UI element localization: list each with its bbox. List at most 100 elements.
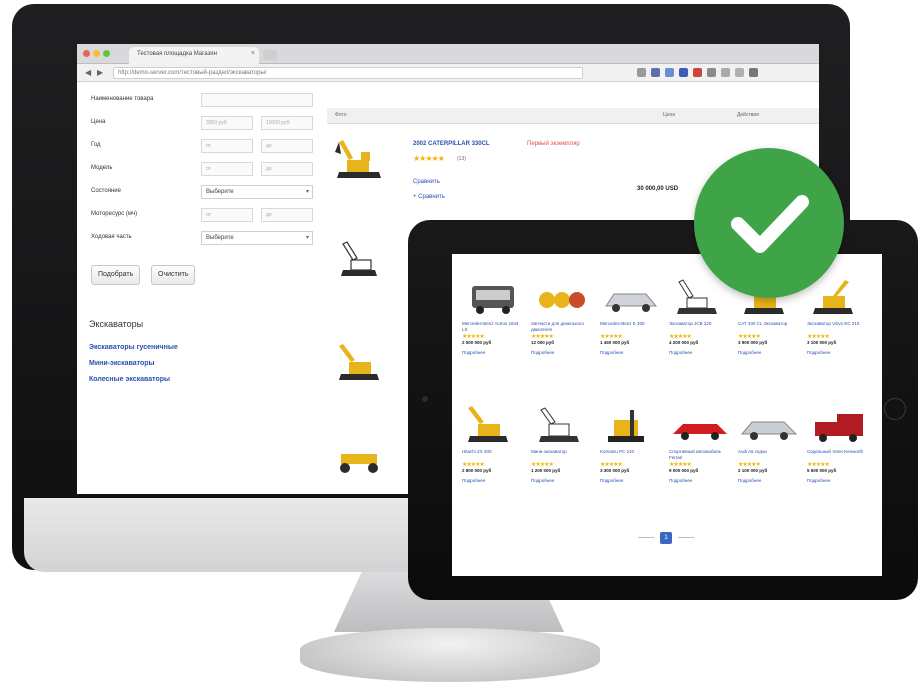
new-tab-button[interactable] <box>263 50 277 60</box>
product-card[interactable]: Mercedes-Benz Actros 1844 LS ★★★★★ 2 500 0… <box>462 278 524 355</box>
extension-icon-7[interactable] <box>735 68 744 77</box>
hours-to-input[interactable]: до <box>261 208 313 222</box>
product-image[interactable] <box>600 278 662 318</box>
filter-row-drive: Ходовая часть Выберите ▾ <box>83 228 315 251</box>
product-title-link[interactable]: Mercedes-Benz Actros 1844 LS <box>462 321 524 333</box>
product-title-link[interactable]: Запчасти для дизельного двигателя <box>531 321 593 333</box>
extension-icon-4[interactable] <box>693 68 702 77</box>
rating-stars: ★★★★★ <box>738 462 761 468</box>
details-link[interactable]: Подробнее <box>462 478 524 483</box>
extension-icon-5[interactable] <box>707 68 716 77</box>
select-value: Выберите <box>206 235 234 241</box>
details-link[interactable]: Подробнее <box>600 478 662 483</box>
product-title-link[interactable]: Экскаватор Volvo EC 210 <box>807 321 869 333</box>
model-to-input[interactable]: до <box>261 162 313 176</box>
product-title-link[interactable]: CAT 330 CL Экскаватор <box>738 321 800 333</box>
product-title-link[interactable]: Экскаватор JCB 220 <box>669 321 731 333</box>
product-image[interactable] <box>531 406 593 446</box>
details-link[interactable]: Подробнее <box>531 478 593 483</box>
details-link[interactable]: Подробнее <box>531 350 593 355</box>
details-link[interactable]: Подробнее <box>807 478 869 483</box>
product-title-link[interactable]: Mercedes-Benz E 200 <box>600 321 662 333</box>
details-link[interactable]: Подробнее <box>600 350 662 355</box>
back-arrow-icon[interactable]: ◀ <box>85 68 91 77</box>
extension-icon-3[interactable] <box>679 68 688 77</box>
product-price: 12 000 руб <box>531 340 554 345</box>
extension-icon-1[interactable] <box>651 68 660 77</box>
excavator-image[interactable] <box>333 342 389 386</box>
browser-tab[interactable]: Тестовая площадка Магазин × <box>129 47 259 64</box>
rating-stars: ★★★★★ <box>413 154 445 163</box>
condition-select[interactable]: Выберите ▾ <box>201 185 313 199</box>
details-link[interactable]: Подробнее <box>738 478 800 483</box>
price-from-input[interactable]: 3000 руб <box>201 116 253 130</box>
year-to-input[interactable]: до <box>261 139 313 153</box>
compare-link[interactable]: Сравнить <box>413 179 440 185</box>
product-price: 1 200 000 руб <box>531 468 561 473</box>
details-link[interactable]: Подробнее <box>807 350 869 355</box>
filter-label: Модель <box>91 165 113 171</box>
excavator-image[interactable] <box>333 136 389 184</box>
home-button[interactable] <box>884 398 906 420</box>
reset-button[interactable]: Очистить <box>151 265 196 285</box>
product-image[interactable] <box>531 278 593 318</box>
product-title-link[interactable]: Седельный тягач Kenworth <box>807 449 869 461</box>
product-image[interactable] <box>669 406 731 446</box>
product-card[interactable]: Седельный тягач Kenworth ★★★★★ 5 600 000 р… <box>807 406 869 483</box>
model-from-input[interactable]: от <box>201 162 253 176</box>
excavator-image[interactable] <box>335 240 385 280</box>
category-link[interactable]: Экскаваторы гусеничные <box>89 344 178 351</box>
grader-image[interactable] <box>331 448 389 474</box>
product-title-link[interactable]: 2002 CATERPILLAR 330CL <box>413 141 490 147</box>
filter-row-hours: Моторесурс (мч) от до <box>83 205 315 228</box>
pager-prev[interactable] <box>638 537 654 538</box>
product-card[interactable]: Запчасти для дизельного двигателя ★★★★★ 12… <box>531 278 593 355</box>
category-link[interactable]: Колесные экскаваторы <box>89 376 170 383</box>
product-title-link[interactable]: Audi A6 седан <box>738 449 800 461</box>
details-link[interactable]: Подробнее <box>669 478 731 483</box>
product-price: 2 800 000 руб <box>462 468 492 473</box>
product-image[interactable] <box>807 406 869 446</box>
product-card[interactable]: Audi A6 седан ★★★★★ 2 100 000 руб Подробнее <box>738 406 800 483</box>
extension-icon-6[interactable] <box>721 68 730 77</box>
details-link[interactable]: Подробнее <box>669 350 731 355</box>
checkmark-badge <box>694 148 844 298</box>
submit-button[interactable]: Подобрать <box>91 265 141 285</box>
page-button-current[interactable]: 1 <box>660 532 672 544</box>
details-link[interactable]: Подробнее <box>738 350 800 355</box>
category-link[interactable]: Мини-экскаваторы <box>89 360 155 367</box>
pager-next[interactable] <box>678 537 694 538</box>
price-to-input[interactable]: 10000 руб <box>261 116 313 130</box>
hours-from-input[interactable]: от <box>201 208 253 222</box>
add-compare-link[interactable]: + Сравнить <box>413 194 445 200</box>
product-price: 2 500 000 руб <box>462 340 492 345</box>
forward-arrow-icon[interactable]: ▶ <box>97 68 103 77</box>
name-input[interactable] <box>201 93 313 107</box>
rating-stars: ★★★★★ <box>669 462 692 468</box>
menu-icon[interactable] <box>749 68 758 77</box>
tab-close-icon[interactable]: × <box>251 50 255 57</box>
details-link[interactable]: Подробнее <box>462 350 524 355</box>
year-from-input[interactable]: от <box>201 139 253 153</box>
product-image[interactable] <box>600 406 662 446</box>
extension-icon-2[interactable] <box>665 68 674 77</box>
tab-title: Тестовая площадка Магазин <box>137 51 217 57</box>
product-card[interactable]: Komatsu PC 210 ★★★★★ 3 300 000 руб Подробне… <box>600 406 662 483</box>
product-title-link[interactable]: Мини-экскаватор <box>531 449 593 461</box>
close-window-icon[interactable] <box>83 50 90 57</box>
drive-select[interactable]: Выберите ▾ <box>201 231 313 245</box>
product-image[interactable] <box>462 278 524 318</box>
product-card[interactable]: Mercedes-Benz E 200 ★★★★★ 1 450 000 руб Под… <box>600 278 662 355</box>
product-title-link[interactable]: Hitachi ZX 200 <box>462 449 524 461</box>
product-card[interactable]: Мини-экскаватор ★★★★★ 1 200 000 руб Подробн… <box>531 406 593 483</box>
star-bookmark-icon[interactable] <box>637 68 646 77</box>
product-image[interactable] <box>462 406 524 446</box>
product-image[interactable] <box>738 406 800 446</box>
product-title-link[interactable]: Спортивный автомобиль Ferrari <box>669 449 731 461</box>
product-card[interactable]: Спортивный автомобиль Ferrari ★★★★★ 9 000 … <box>669 406 731 483</box>
product-title-link[interactable]: Komatsu PC 210 <box>600 449 662 461</box>
url-input[interactable]: http://demo-server.com/тестовый-раздел/э… <box>113 67 583 79</box>
minimize-window-icon[interactable] <box>93 50 100 57</box>
product-card[interactable]: Hitachi ZX 200 ★★★★★ 2 800 000 руб Подробне… <box>462 406 524 483</box>
maximize-window-icon[interactable] <box>103 50 110 57</box>
